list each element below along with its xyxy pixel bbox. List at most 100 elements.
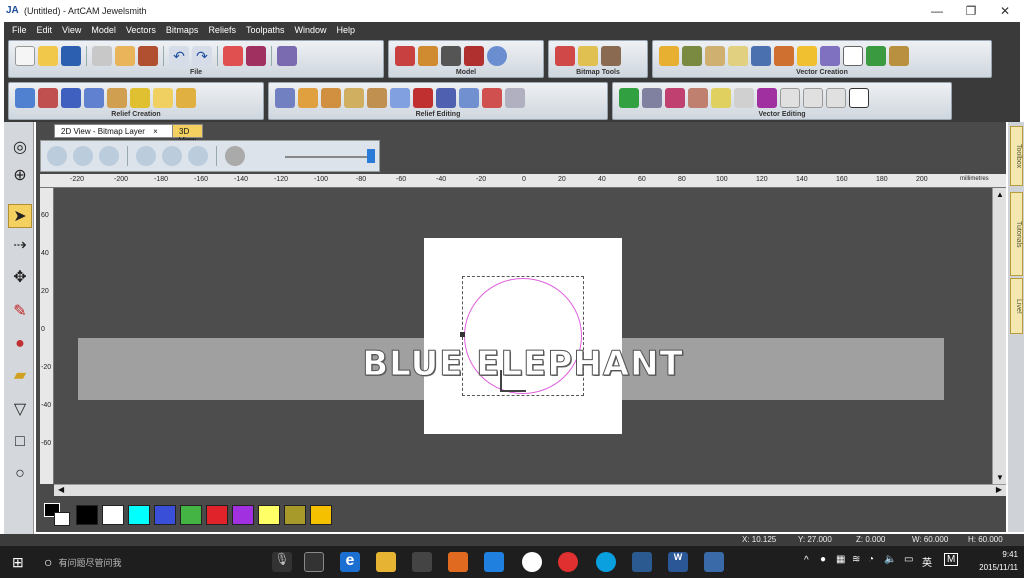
menu-view[interactable]: View [62,25,81,35]
zoom-all-icon[interactable] [188,146,208,166]
eraser-icon[interactable] [246,46,266,66]
artcam-jewelsmith-icon[interactable] [704,552,724,572]
maximize-button[interactable]: ❐ [956,3,986,19]
artcam-s-icon[interactable] [632,552,652,572]
arc-icon[interactable] [728,46,748,66]
relief-extrude-icon[interactable] [84,88,104,108]
zoom-fit-icon[interactable] [136,146,156,166]
color-swatch-light-yellow[interactable] [258,505,280,525]
color-swatch-green[interactable] [180,505,202,525]
bitmap-to-vector-icon[interactable] [578,46,598,66]
vector-trim-icon[interactable] [826,88,846,108]
tab-3d-view[interactable]: 3D View [172,124,204,145]
menu-reliefs[interactable]: Reliefs [208,25,236,35]
paint-fill-icon[interactable]: ● [8,332,32,356]
file-explorer-icon[interactable] [376,552,396,572]
microphone-icon[interactable]: 🎙 [272,552,292,572]
cortana-search[interactable]: ○ 有问题尽管问我 [44,550,264,574]
relief-sculpt-icon[interactable] [298,88,318,108]
star-vector-icon[interactable] [659,46,679,66]
browser-icon[interactable] [522,552,542,572]
color-swatch-olive[interactable] [284,505,306,525]
relief-erase-icon[interactable] [505,88,525,108]
wifi-icon[interactable]: ◔ [868,554,874,565]
menu-help[interactable]: Help [337,25,356,35]
paste-icon[interactable] [138,46,158,66]
vector-wave-icon[interactable] [688,88,708,108]
scroll-right-icon[interactable]: ▶ [996,485,1002,494]
cross-vector-icon[interactable] [751,46,771,66]
relief-texture-icon[interactable] [130,88,150,108]
zoom-in-icon[interactable] [47,146,67,166]
paint-icon[interactable] [484,552,504,572]
grid-vector-icon[interactable] [866,46,886,66]
bitmap-link-icon[interactable] [555,46,575,66]
zoom-out-icon[interactable] [73,146,93,166]
volume-icon[interactable]: 🔈 [884,554,896,565]
current-color-indicator[interactable] [44,503,72,527]
relief-smooth-icon[interactable] [275,88,295,108]
task-view-icon[interactable] [304,552,324,572]
menu-file[interactable]: File [12,25,27,35]
vector-offset-icon[interactable] [757,88,777,108]
edge-browser-icon[interactable]: e [340,552,360,572]
scroll-up-icon[interactable]: ▲ [996,190,1004,199]
relief-offset-icon[interactable] [459,88,479,108]
pencil-draw-icon[interactable]: ✎ [8,300,32,324]
color-swatch-white[interactable] [102,505,124,525]
tray-grid-icon[interactable]: ▦ [836,554,845,565]
text-on-curve-icon[interactable] [820,46,840,66]
bitmap-tools-icon[interactable] [601,46,621,66]
relief-scale-icon[interactable] [390,88,410,108]
close-tab-icon[interactable]: × [153,127,158,136]
clock[interactable]: 9:41 2015/11/11 [979,548,1018,574]
horizontal-scrollbar[interactable]: ◀ ▶ [54,484,1006,496]
polyline-icon[interactable] [705,46,725,66]
close-button[interactable]: ✕ [990,3,1020,19]
model-size-icon[interactable] [395,46,415,66]
color-swatch-purple[interactable] [232,505,254,525]
relief-blob-icon[interactable] [38,88,58,108]
relief-shape-icon[interactable] [15,88,35,108]
vector-join-icon[interactable] [711,88,731,108]
import-icon[interactable] [277,46,297,66]
text-tool-icon[interactable] [843,46,863,66]
menu-edit[interactable]: Edit [37,25,53,35]
relief-star-icon[interactable] [61,88,81,108]
circle-tool-icon[interactable]: ○ [8,462,32,486]
relief-wrap-icon[interactable] [436,88,456,108]
tray-apps-icon[interactable]: ● [820,554,826,565]
relief-weave-icon[interactable] [153,88,173,108]
tray-overflow-icon[interactable]: ^ [804,555,809,566]
relief-smudge-icon[interactable] [321,88,341,108]
pen-vector-icon[interactable] [774,46,794,66]
vector-bell-icon[interactable] [642,88,662,108]
zoom-selection-icon[interactable] [162,146,182,166]
vector-select-icon[interactable] [619,88,639,108]
open-folder-icon[interactable] [38,46,58,66]
relief-spin-icon[interactable] [107,88,127,108]
drawing-canvas[interactable]: BLUE ELEPHANT [54,188,992,484]
brush-icon[interactable]: ▰ [8,364,32,388]
color-swatch-gold[interactable] [310,505,332,525]
media-player-icon[interactable] [448,552,468,572]
menu-window[interactable]: Window [294,25,326,35]
color-swatch-red[interactable] [206,505,228,525]
live-tab[interactable]: Live! [1010,278,1023,334]
relief-carve-icon[interactable] [344,88,364,108]
relief-sweep-icon[interactable] [176,88,196,108]
relief-deposit-icon[interactable] [367,88,387,108]
scroll-left-icon[interactable]: ◀ [58,485,64,494]
toolbox-tab[interactable]: Toolbox [1010,126,1023,186]
zoom-previous-icon[interactable] [99,146,119,166]
edit-pencil-icon[interactable] [223,46,243,66]
netease-music-icon[interactable] [558,552,578,572]
rectangle-tool-icon[interactable]: □ [8,430,32,454]
menu-bitmaps[interactable]: Bitmaps [166,25,199,35]
globe-view-icon[interactable]: ⊕ [8,164,32,188]
zoom-slider-handle[interactable] [367,149,375,163]
settings-gear-icon[interactable] [225,146,245,166]
vector-bracket-icon[interactable] [665,88,685,108]
vertical-scrollbar[interactable]: ▲ ▼ [992,188,1006,484]
color-swatch-black[interactable] [76,505,98,525]
